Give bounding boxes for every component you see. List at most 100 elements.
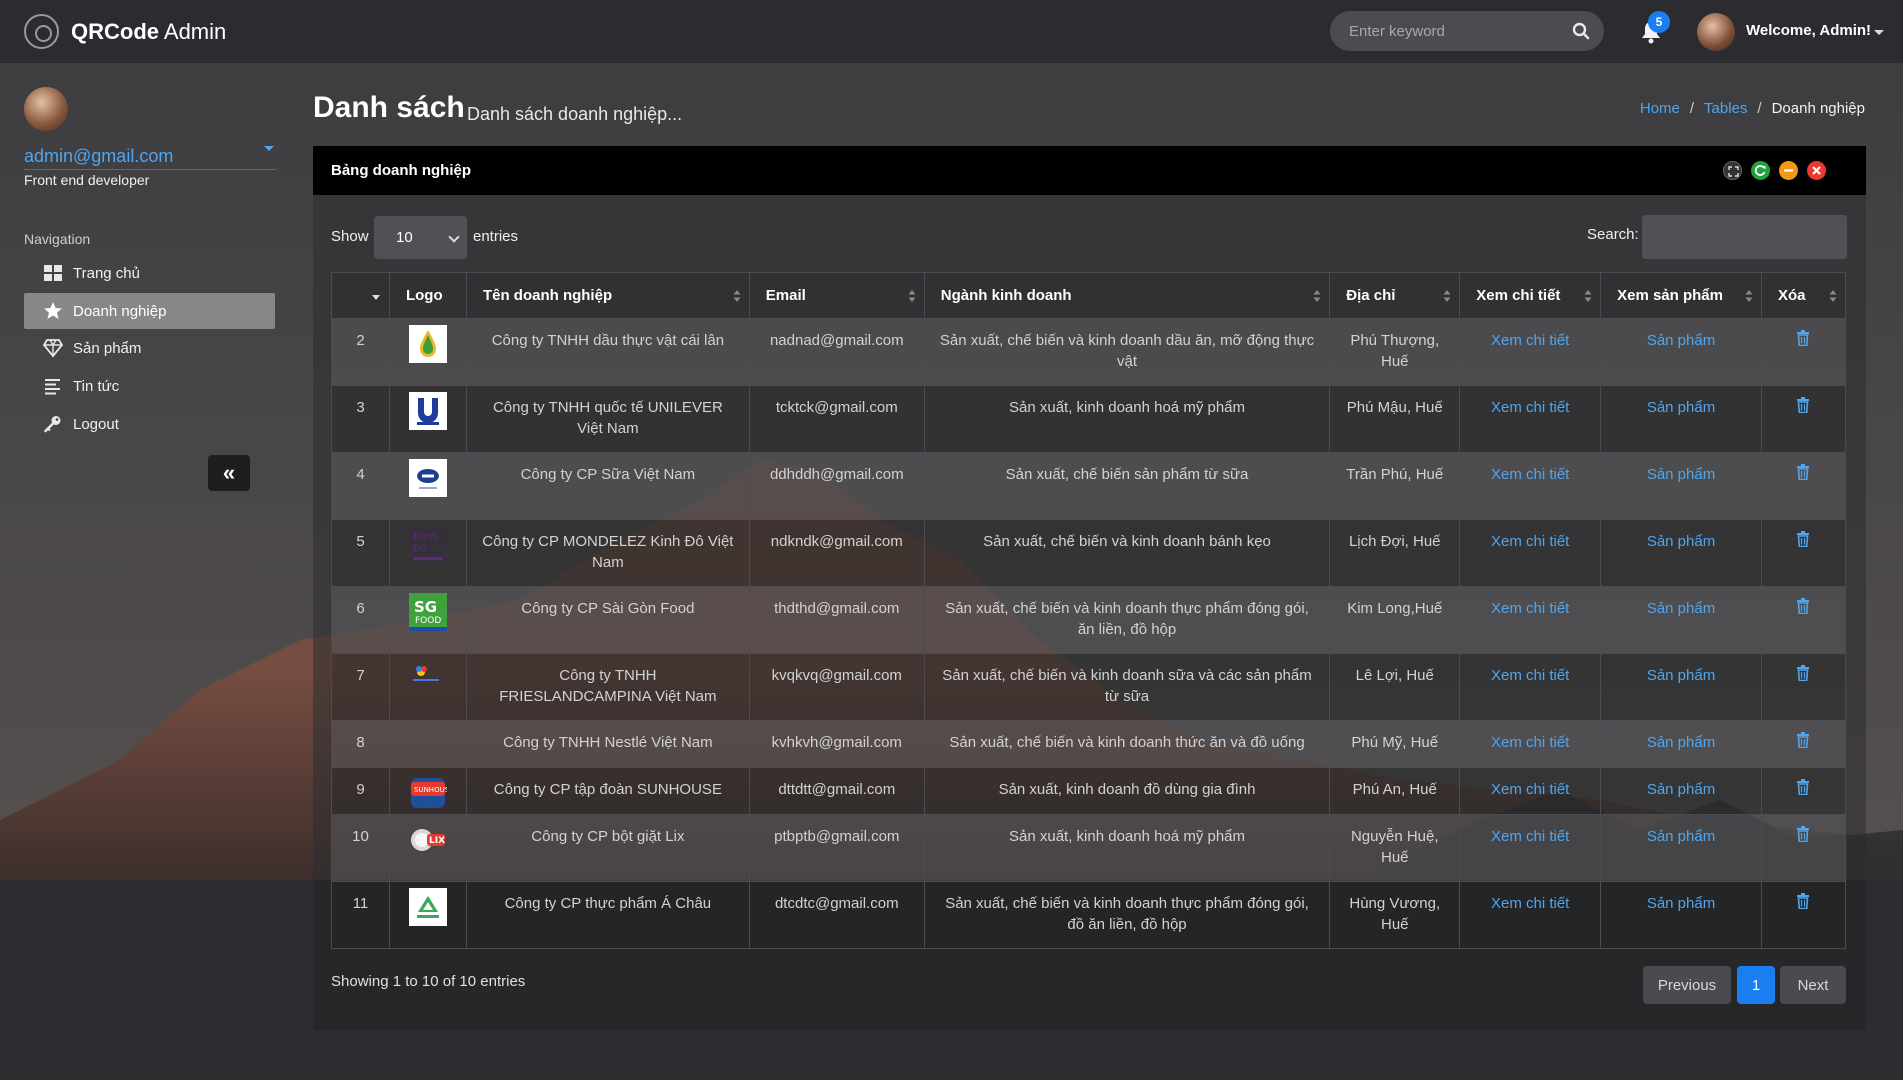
view-products-link[interactable]: Sản phẩm (1647, 466, 1715, 483)
view-detail-link[interactable]: Xem chi tiết (1491, 667, 1569, 684)
column-header-address[interactable]: Địa chỉ (1329, 272, 1461, 319)
cell-name: Công ty CP bột giặt Lix (465, 814, 750, 882)
cell-name: Công ty CP Sữa Việt Nam (465, 452, 750, 520)
view-detail-link[interactable]: Xem chi tiết (1491, 895, 1569, 912)
view-products-link[interactable]: Sản phẩm (1647, 781, 1715, 798)
chevron-down-icon[interactable] (1874, 30, 1884, 35)
view-detail-link[interactable]: Xem chi tiết (1491, 828, 1569, 845)
breadcrumb-home[interactable]: Home (1640, 100, 1680, 117)
column-header-email[interactable]: Email (748, 272, 925, 319)
cell-logo (388, 881, 467, 949)
brand-logo-icon (24, 14, 59, 49)
view-detail-link[interactable]: Xem chi tiết (1491, 781, 1569, 798)
trash-icon[interactable] (1796, 397, 1810, 413)
trash-icon[interactable] (1796, 732, 1810, 748)
sidebar-item-doanh-nghiep[interactable]: Doanh nghiệp (24, 293, 275, 329)
caret-down-icon[interactable] (264, 146, 274, 151)
brand[interactable]: QRCode Admin (24, 14, 226, 49)
cell-logo: SG FOOD (388, 586, 467, 654)
sort-icon (1443, 290, 1451, 302)
pagination-page-1[interactable]: 1 (1737, 966, 1775, 1004)
view-detail-link[interactable]: Xem chi tiết (1491, 600, 1569, 617)
cell-detail: Xem chi tiết (1459, 385, 1602, 453)
expand-icon[interactable] (1723, 161, 1742, 180)
cell-detail: Xem chi tiết (1459, 586, 1602, 654)
enterprise-panel: Bảng doanh nghiệp Show 10 entries Search… (313, 146, 1866, 1030)
view-detail-link[interactable]: Xem chi tiết (1491, 332, 1569, 349)
view-detail-link[interactable]: Xem chi tiết (1491, 734, 1569, 751)
minimize-icon[interactable] (1779, 161, 1798, 180)
panel-header: Bảng doanh nghiệp (313, 146, 1866, 195)
breadcrumb-tables[interactable]: Tables (1704, 100, 1747, 117)
view-detail-link[interactable]: Xem chi tiết (1491, 533, 1569, 550)
trash-icon[interactable] (1796, 826, 1810, 842)
diamond-icon (43, 339, 63, 357)
cell-logo (388, 653, 467, 721)
table-search-input[interactable] (1642, 215, 1847, 259)
cell-delete (1760, 653, 1847, 721)
view-products-link[interactable]: Sản phẩm (1647, 332, 1715, 349)
sidebar-user-email[interactable]: admin@gmail.com (24, 146, 276, 170)
column-header-industry[interactable]: Ngành kinh doanh (923, 272, 1331, 319)
reload-icon[interactable] (1751, 161, 1770, 180)
cell-index: 9 (331, 767, 390, 815)
close-icon[interactable] (1807, 161, 1826, 180)
sunhouse-logo: SUNHOUSE (410, 778, 447, 808)
mondelez-logo: KinhĐô (408, 526, 447, 564)
column-header-detail[interactable]: Xem chi tiết (1459, 272, 1602, 319)
entries-select[interactable]: 10 (374, 216, 467, 259)
view-products-link[interactable]: Sản phẩm (1647, 828, 1715, 845)
sort-icon (733, 290, 741, 302)
cell-name: Công ty TNHH FRIESLANDCAMPINA Việt Nam (465, 653, 750, 721)
view-products-link[interactable]: Sản phẩm (1647, 399, 1715, 416)
trash-icon[interactable] (1796, 893, 1810, 909)
sidebar-item-logout[interactable]: Logout (24, 406, 275, 442)
pagination-next-button[interactable]: Next (1780, 966, 1846, 1004)
view-products-link[interactable]: Sản phẩm (1647, 895, 1715, 912)
cell-email: thdthd@gmail.com (748, 586, 925, 654)
nestle-logo (409, 727, 447, 765)
oil-drop-logo (408, 325, 447, 363)
column-header-delete[interactable]: Xóa (1760, 272, 1847, 319)
show-label: Show (331, 228, 369, 245)
view-products-link[interactable]: Sản phẩm (1647, 667, 1715, 684)
cell-industry: Sản xuất, chế biến và kinh doanh sữa và … (923, 653, 1331, 721)
view-detail-link[interactable]: Xem chi tiết (1491, 466, 1569, 483)
search-icon[interactable] (1572, 22, 1590, 40)
avatar[interactable] (1697, 13, 1735, 51)
column-header-products[interactable]: Xem sản phẩm (1600, 272, 1762, 319)
sidebar-item-san-pham[interactable]: Sản phẩm (24, 330, 275, 366)
cell-detail: Xem chi tiết (1459, 881, 1602, 949)
sidebar-item-trang-chu[interactable]: Trang chủ (24, 255, 275, 291)
column-header-logo[interactable]: Logo (388, 272, 467, 319)
view-products-link[interactable]: Sản phẩm (1647, 533, 1715, 550)
cell-products: Sản phẩm (1600, 385, 1762, 453)
sidebar-item-label: Logout (73, 415, 119, 433)
table-row: 9 SUNHOUSE Công ty CP tập đoàn SUNHOUSEdtt… (331, 767, 1847, 815)
welcome-user-menu[interactable]: Welcome, Admin! (1746, 22, 1871, 39)
trash-icon[interactable] (1796, 665, 1810, 681)
view-products-link[interactable]: Sản phẩm (1647, 600, 1715, 617)
cell-industry: Sản xuất, chế biến và kinh doanh dầu ăn,… (923, 318, 1331, 386)
trash-icon[interactable] (1796, 598, 1810, 614)
trash-icon[interactable] (1796, 330, 1810, 346)
pagination-previous-button[interactable]: Previous (1643, 966, 1731, 1004)
cell-detail: Xem chi tiết (1459, 519, 1602, 587)
column-header-index[interactable] (331, 272, 390, 319)
sidebar-item-tin-tuc[interactable]: Tin tức (24, 368, 275, 404)
view-products-link[interactable]: Sản phẩm (1647, 734, 1715, 751)
cell-logo: LIX (388, 814, 467, 882)
sidebar-collapse-button[interactable]: « (208, 455, 250, 491)
trash-icon[interactable] (1796, 464, 1810, 480)
trash-icon[interactable] (1796, 779, 1810, 795)
view-detail-link[interactable]: Xem chi tiết (1491, 399, 1569, 416)
trash-icon[interactable] (1796, 531, 1810, 547)
header-search (1330, 11, 1604, 51)
top-header: QRCode Admin 5 Welcome, Admin! (0, 0, 1903, 63)
header-search-input[interactable] (1349, 22, 1559, 40)
column-header-name[interactable]: Tên doanh nghiệp (465, 272, 750, 319)
cell-address: Phú An, Huế (1329, 767, 1461, 815)
cell-logo: Kinh Đô (388, 519, 467, 587)
table-row: 10 LIX Công ty CP bột giặt Lix ptbptb@gmail… (331, 814, 1847, 882)
cell-name: Công ty TNHH Nestlé Việt Nam (465, 720, 750, 768)
